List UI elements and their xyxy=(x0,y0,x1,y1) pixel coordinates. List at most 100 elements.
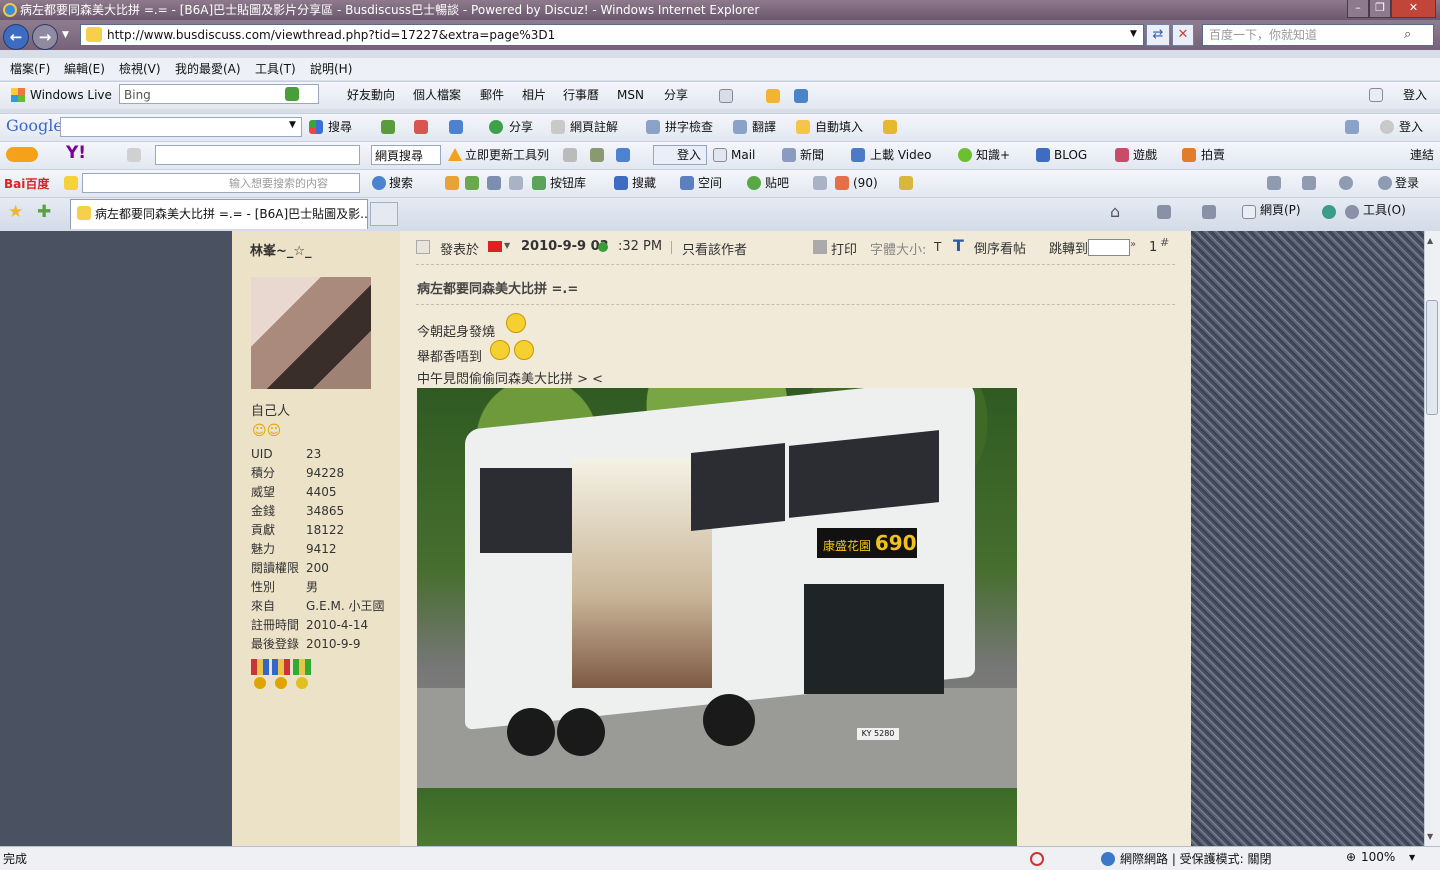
baidu-favorites-icon[interactable] xyxy=(614,176,628,190)
live-msn[interactable]: MSN xyxy=(617,85,644,105)
flag-dropdown-icon[interactable]: ▼ xyxy=(504,241,510,250)
menu-tools[interactable]: 工具(T) xyxy=(255,60,296,78)
google-search-icon[interactable] xyxy=(309,120,323,134)
baidu-search[interactable]: 搜索 xyxy=(389,173,413,193)
google-search-input[interactable] xyxy=(60,117,302,137)
search-icon[interactable]: ⌕ xyxy=(1404,27,1411,42)
google-notes-icon[interactable] xyxy=(551,120,565,134)
author-only-link[interactable]: 只看該作者 xyxy=(682,239,747,258)
refresh-button[interactable]: ⇄ xyxy=(1146,24,1170,46)
browser-search-input[interactable]: 百度一下，你就知道 xyxy=(1202,24,1434,46)
scroll-up-icon[interactable]: ▲ xyxy=(1427,236,1433,245)
google-spellcheck[interactable]: 拼字檢查 xyxy=(665,117,713,137)
google-translate-icon[interactable] xyxy=(733,120,747,134)
live-signin[interactable]: 登入 xyxy=(1403,85,1427,105)
back-button[interactable]: ← xyxy=(3,24,29,50)
new-tab-button[interactable] xyxy=(370,202,398,226)
windows-live-brand[interactable]: Windows Live xyxy=(30,85,112,105)
print-icon[interactable] xyxy=(1202,205,1216,219)
address-dropdown-icon[interactable]: ▼ xyxy=(1130,29,1137,39)
yahoo-bookmark-icon[interactable] xyxy=(590,148,604,162)
baidu-add-icon[interactable] xyxy=(1267,176,1281,190)
yahoo-video-icon[interactable] xyxy=(851,148,865,162)
baidu-hi-icon[interactable] xyxy=(813,176,827,190)
yahoo-signin[interactable]: 登入 xyxy=(677,145,701,165)
menu-help[interactable]: 說明(H) xyxy=(310,60,352,78)
live-edit-icon[interactable] xyxy=(1369,88,1383,102)
google-highlight-icon[interactable] xyxy=(883,120,897,134)
live-mail[interactable]: 郵件 xyxy=(480,85,504,105)
live-people-icon[interactable] xyxy=(794,89,808,103)
tab-active[interactable]: 病左都要同森美大比拼 =.= - [B6A]巴士貼圖及影... xyxy=(70,199,368,229)
history-dropdown-icon[interactable]: ▼ xyxy=(62,30,69,40)
tools-menu[interactable]: 工具(O) xyxy=(1363,200,1406,220)
baidu-search-input[interactable]: 输入想要搜索的内容 xyxy=(82,173,360,193)
zoom-icon[interactable]: ⊕ xyxy=(1346,850,1356,864)
baidu-tool-icon[interactable] xyxy=(445,176,459,190)
live-toolbox-icon[interactable] xyxy=(766,89,780,103)
google-share-icon[interactable] xyxy=(489,120,503,134)
yahoo-update-toolbar[interactable]: 立即更新工具列 xyxy=(465,145,549,165)
yahoo-games[interactable]: 遊戲 xyxy=(1133,145,1157,165)
google-account-icon[interactable] xyxy=(1380,120,1394,134)
yahoo-edit-icon[interactable] xyxy=(563,148,577,162)
jump-input[interactable] xyxy=(1088,239,1130,256)
research-icon[interactable] xyxy=(1322,205,1336,219)
username[interactable]: 林峯~_☆_ xyxy=(250,240,312,259)
yahoo-answers[interactable]: 知識+ xyxy=(976,145,1010,165)
baidu-favorites[interactable]: 搜藏 xyxy=(632,173,656,193)
baidu-message-count[interactable]: (90) xyxy=(853,173,878,193)
live-friends[interactable]: 好友動向 xyxy=(347,85,395,105)
yahoo-auction-icon[interactable] xyxy=(1182,148,1196,162)
print-link[interactable]: 打印 xyxy=(831,239,857,258)
baidu-settings-icon[interactable] xyxy=(1339,176,1353,190)
yahoo-logo-icon[interactable]: Y! xyxy=(66,143,86,163)
zoom-level[interactable]: 100% xyxy=(1361,850,1395,864)
baidu-user-icon[interactable] xyxy=(1378,176,1392,190)
page-menu[interactable]: 網頁(P) xyxy=(1260,200,1301,220)
menu-favorites[interactable]: 我的最愛(A) xyxy=(175,60,241,78)
google-search-button[interactable]: 搜尋 xyxy=(328,117,352,137)
google-autofill[interactable]: 自動填入 xyxy=(815,117,863,137)
baidu-tieba[interactable]: 贴吧 xyxy=(765,173,789,193)
close-window-button[interactable]: ✕ xyxy=(1391,0,1436,18)
yahoo-games-icon[interactable] xyxy=(1115,148,1129,162)
google-mail-icon[interactable] xyxy=(381,120,395,134)
menu-view[interactable]: 檢視(V) xyxy=(119,60,161,78)
baidu-search-type-icon[interactable] xyxy=(64,176,78,190)
google-bookmark-icon[interactable] xyxy=(414,120,428,134)
yahoo-mail[interactable]: Mail xyxy=(731,145,755,165)
yahoo-blog[interactable]: BLOG xyxy=(1054,145,1087,165)
links-label[interactable]: 連結 xyxy=(1410,145,1434,165)
live-window-icon[interactable] xyxy=(719,89,733,103)
google-plus-icon[interactable] xyxy=(449,120,463,134)
menu-file[interactable]: 檔案(F) xyxy=(10,60,50,78)
google-spellcheck-icon[interactable] xyxy=(646,120,660,134)
google-translate[interactable]: 翻譯 xyxy=(752,117,776,137)
reverse-order-link[interactable]: 倒序看帖 xyxy=(974,238,1026,257)
baidu-pen-icon[interactable] xyxy=(899,176,913,190)
feeds-icon[interactable] xyxy=(1157,205,1171,219)
google-settings-icon[interactable] xyxy=(1345,120,1359,134)
zoom-dropdown-icon[interactable]: ▼ xyxy=(1409,853,1415,862)
print-post-icon[interactable] xyxy=(813,240,827,254)
baidu-space-icon[interactable] xyxy=(680,176,694,190)
google-search-dropdown-icon[interactable]: ▼ xyxy=(289,120,296,130)
live-search-icon[interactable] xyxy=(285,87,299,101)
baidu-button-library[interactable]: 按钮库 xyxy=(550,173,586,193)
font-small-button[interactable]: T xyxy=(934,240,941,254)
search-options-icon[interactable]: ▼ xyxy=(1424,29,1431,39)
page-icon[interactable] xyxy=(1242,205,1256,219)
yahoo-web-search-button[interactable]: 網頁搜尋 xyxy=(371,145,441,165)
google-notes[interactable]: 網頁註解 xyxy=(570,117,618,137)
live-photos[interactable]: 相片 xyxy=(522,85,546,105)
yahoo-auction[interactable]: 拍賣 xyxy=(1201,145,1225,165)
baidu-tieba-icon[interactable] xyxy=(747,176,761,190)
favorites-star-icon[interactable]: ★ xyxy=(8,202,23,222)
scroll-thumb[interactable] xyxy=(1426,300,1438,415)
yahoo-news[interactable]: 新聞 xyxy=(800,145,824,165)
address-input[interactable]: http://www.busdiscuss.com/viewthread.php… xyxy=(80,24,1144,46)
stop-button[interactable]: ✕ xyxy=(1172,24,1194,46)
google-signin[interactable]: 登入 xyxy=(1399,117,1423,137)
google-share[interactable]: 分享 xyxy=(509,117,533,137)
